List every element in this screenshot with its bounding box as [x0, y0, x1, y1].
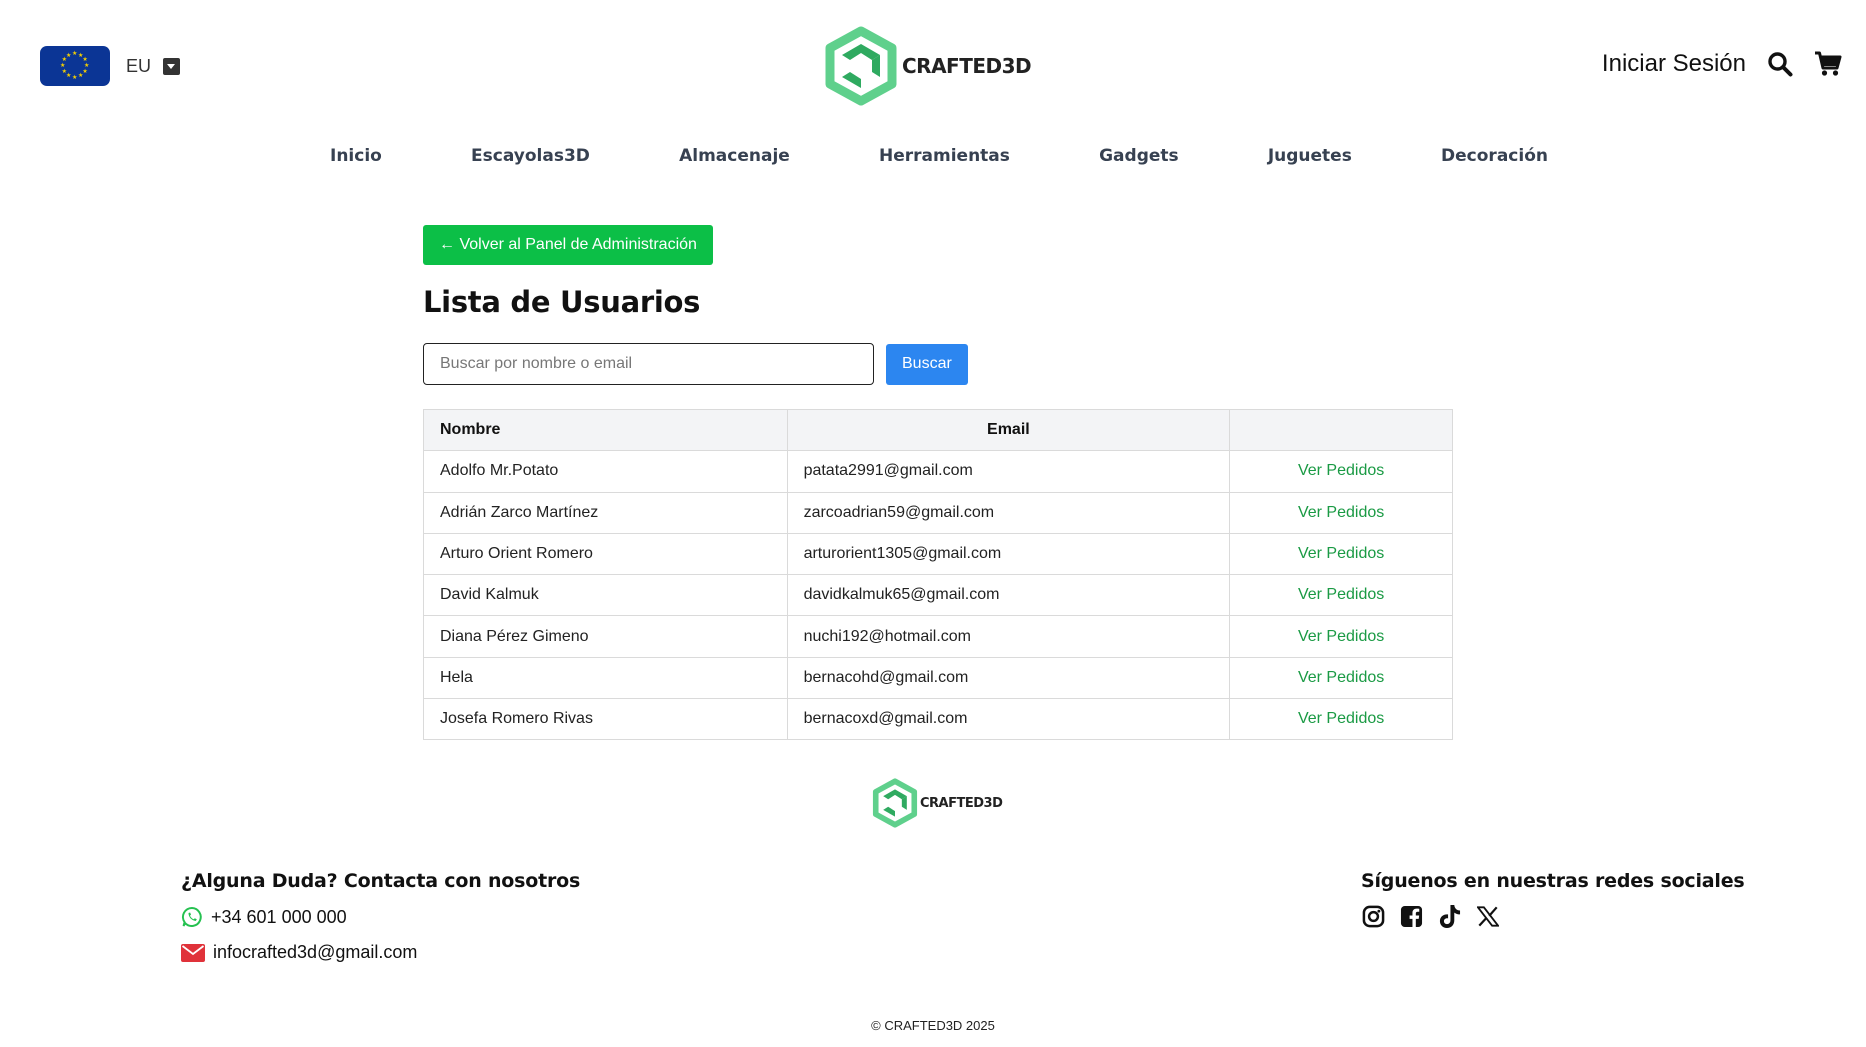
logo-mark-icon: [872, 778, 918, 828]
phone-number: +34 601 000 000: [211, 906, 347, 927]
footer-brand-name: CRAFTED3D: [920, 795, 1003, 811]
instagram-icon[interactable]: [1361, 904, 1386, 929]
nav-item-juguetes[interactable]: Juguetes: [1268, 146, 1352, 166]
table-row: Arturo Orient Romero arturorient1305@gma…: [423, 532, 1453, 576]
social-heading: Síguenos en nuestras redes sociales: [1361, 870, 1745, 892]
main-nav: Inicio Escayolas3D Almacenaje Herramient…: [0, 146, 1866, 166]
cell-name: Adolfo Mr.Potato: [423, 450, 788, 493]
table-header-row: Nombre Email: [423, 408, 1453, 452]
contact-email[interactable]: infocrafted3d@gmail.com: [181, 942, 580, 963]
cell-name: Adrián Zarco Martínez: [423, 491, 788, 534]
cell-action: Ver Pedidos: [1229, 698, 1453, 741]
cell-email: davidkalmuk65@gmail.com: [786, 574, 1231, 617]
nav-item-herramientas[interactable]: Herramientas: [879, 146, 1010, 166]
flag-star-icon: ★: [82, 57, 88, 63]
users-table: Nombre Email Adolfo Mr.Potato patata2991…: [423, 408, 1453, 741]
cell-action: Ver Pedidos: [1229, 532, 1453, 576]
brand-logo[interactable]: CRAFTED3D: [824, 26, 1032, 106]
contact-section: ¿Alguna Duda? Contacta con nosotros +34 …: [181, 870, 580, 963]
back-to-admin-button[interactable]: ← Volver al Panel de Administración: [423, 225, 713, 265]
eu-flag-icon: ★ ★ ★ ★ ★ ★ ★ ★ ★ ★ ★ ★: [40, 46, 110, 86]
tiktok-icon[interactable]: [1437, 904, 1462, 929]
cell-name: David Kalmuk: [423, 574, 788, 617]
flag-star-icon: ★: [61, 69, 67, 75]
cell-email: bernacoxd@gmail.com: [786, 698, 1231, 741]
flag-star-icon: ★: [60, 63, 66, 69]
cell-action: Ver Pedidos: [1229, 656, 1453, 700]
site-header: ★ ★ ★ ★ ★ ★ ★ ★ ★ ★ ★ ★ EU CRAFTED3D Iniciar Sesión: [0, 0, 1866, 130]
table-row: Hela bernacohd@gmail.com Ver Pedidos: [423, 656, 1453, 700]
page-title: Lista de Usuarios: [423, 285, 701, 319]
cell-action: Ver Pedidos: [1229, 615, 1453, 658]
table-row: Adrián Zarco Martínez zarcoadrian59@gmai…: [423, 491, 1453, 534]
cell-email: patata2991@gmail.com: [786, 450, 1231, 493]
cell-action: Ver Pedidos: [1229, 574, 1453, 617]
facebook-icon[interactable]: [1399, 904, 1424, 929]
caret-down-icon: [163, 57, 181, 75]
social-icons: [1361, 904, 1745, 929]
table-row: Josefa Romero Rivas bernacoxd@gmail.com …: [423, 698, 1453, 741]
copyright: © CRAFTED3D 2025: [871, 1018, 995, 1033]
nav-item-gadgets[interactable]: Gadgets: [1099, 146, 1179, 166]
column-header-name: Nombre: [423, 408, 788, 452]
brand-name: CRAFTED3D: [902, 54, 1032, 78]
region-selector[interactable]: ★ ★ ★ ★ ★ ★ ★ ★ ★ ★ ★ ★ EU: [40, 46, 181, 86]
user-area: Iniciar Sesión: [1602, 50, 1842, 78]
region-label: EU: [126, 55, 152, 76]
table-row: Adolfo Mr.Potato patata2991@gmail.com Ve…: [423, 450, 1453, 493]
cell-action: Ver Pedidos: [1229, 450, 1453, 493]
main-content: ← Volver al Panel de Administración List…: [423, 225, 1453, 741]
flag-star-icon: ★: [72, 75, 78, 81]
whatsapp-icon: [181, 906, 202, 927]
table-row: David Kalmuk davidkalmuk65@gmail.com Ver…: [423, 574, 1453, 617]
footer-logo[interactable]: CRAFTED3D: [872, 778, 1003, 828]
cell-name: Arturo Orient Romero: [423, 532, 788, 576]
flag-star-icon: ★: [78, 73, 84, 80]
login-link[interactable]: Iniciar Sesión: [1602, 50, 1746, 78]
cell-name: Hela: [423, 656, 788, 700]
social-section: Síguenos en nuestras redes sociales: [1361, 870, 1745, 929]
logo-mark-icon: [825, 26, 897, 106]
view-orders-link[interactable]: Ver Pedidos: [1298, 586, 1384, 603]
column-header-action: [1229, 408, 1453, 452]
view-orders-link[interactable]: Ver Pedidos: [1298, 504, 1384, 521]
view-orders-link[interactable]: Ver Pedidos: [1298, 628, 1384, 645]
nav-item-inicio[interactable]: Inicio: [330, 146, 382, 166]
cart-icon[interactable]: [1814, 50, 1842, 78]
table-row: Diana Pérez Gimeno nuchi192@hotmail.com …: [423, 615, 1453, 658]
nav-item-decoracion[interactable]: Decoración: [1441, 146, 1548, 166]
flag-star-icon: ★: [72, 51, 78, 57]
mail-icon: [181, 943, 205, 962]
view-orders-link[interactable]: Ver Pedidos: [1298, 545, 1384, 562]
cell-name: Josefa Romero Rivas: [423, 698, 788, 741]
x-icon[interactable]: [1475, 904, 1500, 929]
cell-action: Ver Pedidos: [1229, 491, 1453, 534]
view-orders-link[interactable]: Ver Pedidos: [1298, 669, 1384, 686]
view-orders-link[interactable]: Ver Pedidos: [1298, 462, 1384, 479]
column-header-email: Email: [786, 408, 1231, 452]
cell-email: arturorient1305@gmail.com: [786, 532, 1231, 576]
view-orders-link[interactable]: Ver Pedidos: [1298, 710, 1384, 727]
email-address: infocrafted3d@gmail.com: [213, 942, 418, 962]
search-input[interactable]: [423, 343, 874, 385]
search-button[interactable]: Buscar: [886, 343, 968, 385]
cell-email: nuchi192@hotmail.com: [786, 615, 1231, 658]
flag-star-icon: ★: [66, 52, 72, 59]
cell-email: zarcoadrian59@gmail.com: [786, 491, 1231, 534]
contact-phone[interactable]: +34 601 000 000: [181, 906, 580, 928]
nav-item-escayolas3d[interactable]: Escayolas3D: [471, 146, 590, 166]
cell-email: bernacohd@gmail.com: [786, 656, 1231, 700]
search-bar: Buscar: [423, 343, 1453, 385]
nav-item-almacenaje[interactable]: Almacenaje: [679, 146, 790, 166]
search-icon[interactable]: [1766, 50, 1794, 78]
contact-heading: ¿Alguna Duda? Contacta con nosotros: [181, 870, 581, 892]
cell-name: Diana Pérez Gimeno: [423, 615, 788, 658]
